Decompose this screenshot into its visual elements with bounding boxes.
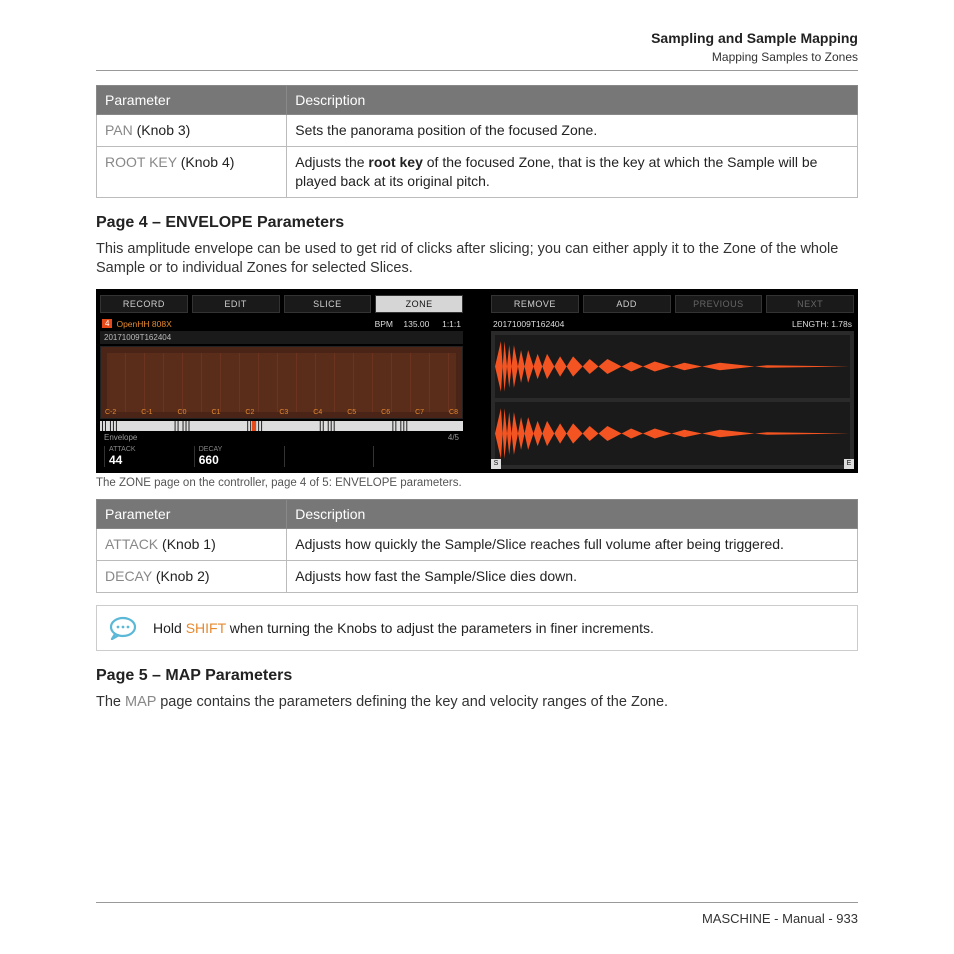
- param-name: DECAY: [105, 568, 152, 584]
- section-body: This amplitude envelope can be used to g…: [96, 240, 858, 279]
- table-row: ROOT KEY (Knob 4) Adjusts the root key o…: [97, 146, 858, 197]
- tip-box: Hold SHIFT when turning the Knobs to adj…: [96, 605, 858, 651]
- header-subtitle: Mapping Samples to Zones: [96, 50, 858, 64]
- bpm-label: BPM: [375, 319, 393, 329]
- right-info-row: 20171009T162404 LENGTH: 1.78s: [491, 317, 854, 331]
- keyboard-strip: [100, 421, 463, 431]
- header-title: Sampling and Sample Mapping: [96, 30, 858, 46]
- bpm-value: 135.00: [403, 319, 429, 329]
- zone-map-visual: C-2 C-1 C0 C1 C2 C3 C4 C5 C6 C7 C8: [100, 346, 463, 419]
- page-footer: MASCHINE - Manual - 933: [96, 902, 858, 926]
- record-button: RECORD: [100, 295, 188, 313]
- bars-value: 1:1:1: [442, 319, 461, 329]
- param-desc: Adjusts how fast the Sample/Slice dies d…: [287, 560, 858, 592]
- shift-key: SHIFT: [186, 620, 226, 636]
- param-desc: Adjusts how quickly the Sample/Slice rea…: [287, 528, 858, 560]
- page-indicator: 4/5: [448, 433, 459, 442]
- right-sample-name: 20171009T162404: [493, 319, 564, 329]
- param-table-pan-rootkey: Parameter Description PAN (Knob 3) Sets …: [96, 85, 858, 198]
- previous-button: PREVIOUS: [675, 295, 763, 313]
- tip-icon: [109, 616, 139, 640]
- param-name: PAN: [105, 122, 133, 138]
- param-name: ROOT KEY: [105, 154, 177, 170]
- table-header-parameter: Parameter: [97, 499, 287, 528]
- param-desc: Sets the panorama position of the focuse…: [287, 115, 858, 147]
- section-heading-envelope: Page 4 – ENVELOPE Parameters: [96, 214, 858, 232]
- envelope-label: Envelope: [104, 433, 137, 442]
- knob-decay: DECAY 660: [194, 446, 280, 467]
- page-header: Sampling and Sample Mapping Mapping Samp…: [96, 30, 858, 71]
- sample-title: OpenHH 808X: [116, 319, 171, 329]
- sample-filename: 20171009T162404: [100, 331, 463, 344]
- knob-attack: ATTACK 44: [104, 446, 190, 467]
- end-marker: E: [844, 459, 854, 469]
- table-row: DECAY (Knob 2) Adjusts how fast the Samp…: [97, 560, 858, 592]
- edit-button: EDIT: [192, 295, 280, 313]
- tip-text: Hold SHIFT when turning the Knobs to adj…: [153, 620, 654, 636]
- remove-button: REMOVE: [491, 295, 579, 313]
- table-header-description: Description: [287, 86, 858, 115]
- controller-screenshot: RECORD EDIT SLICE ZONE 4 OpenHH 808X BPM…: [96, 289, 858, 473]
- add-button: ADD: [583, 295, 671, 313]
- section-heading-map: Page 5 – MAP Parameters: [96, 667, 858, 685]
- next-button: NEXT: [766, 295, 854, 313]
- envelope-row: Envelope 4/5: [100, 431, 463, 444]
- table-row: ATTACK (Knob 1) Adjusts how quickly the …: [97, 528, 858, 560]
- table-row: PAN (Knob 3) Sets the panorama position …: [97, 115, 858, 147]
- param-desc: Adjusts the root key of the focused Zone…: [287, 146, 858, 197]
- info-row: 4 OpenHH 808X BPM 135.00 1:1:1: [100, 317, 463, 331]
- waveform-panel: S E: [491, 331, 854, 469]
- start-marker: S: [491, 459, 501, 469]
- waveform-left-channel: [495, 335, 850, 398]
- table-header-parameter: Parameter: [97, 86, 287, 115]
- pad-number: 4: [102, 319, 112, 328]
- section-body-map: The MAP page contains the parameters def…: [96, 693, 858, 713]
- zone-button: ZONE: [375, 295, 463, 313]
- param-name: ATTACK: [105, 536, 158, 552]
- figure-caption: The ZONE page on the controller, page 4 …: [96, 477, 858, 489]
- table-header-description: Description: [287, 499, 858, 528]
- waveform-right-channel: [495, 402, 850, 465]
- slice-button: SLICE: [284, 295, 372, 313]
- length-label: LENGTH: 1.78s: [792, 319, 852, 329]
- param-table-attack-decay: Parameter Description ATTACK (Knob 1) Ad…: [96, 499, 858, 593]
